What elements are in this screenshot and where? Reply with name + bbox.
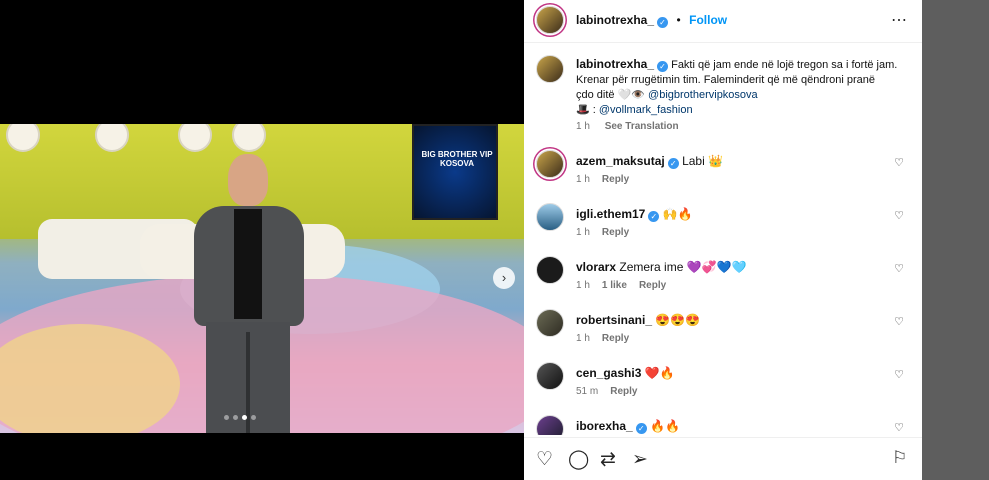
comment-like-heart-icon[interactable]: ♡ bbox=[894, 262, 904, 275]
comment-body: robertsinani_ 😍😍😍 bbox=[576, 313, 896, 327]
comment-likes[interactable]: 1 like bbox=[602, 280, 627, 291]
comment-username[interactable]: azem_maksutaj bbox=[576, 154, 665, 168]
comment-time: 51 m bbox=[576, 386, 599, 397]
author-username[interactable]: labinotrexha_ bbox=[576, 13, 654, 27]
comment-body: vlorarx Zemera ime 💜💞💙🩵 bbox=[576, 260, 896, 274]
post-action-bar: ♡ ◯ ⇄ ➢ ⚐ bbox=[524, 437, 922, 480]
verified-badge-icon: ✓ bbox=[667, 158, 679, 169]
comment-body: iborexha_ ✓ 🔥🔥 bbox=[576, 419, 896, 434]
mention-bigbrother[interactable]: @bigbrothervipkosova bbox=[648, 89, 758, 101]
comment-username[interactable]: cen_gashi3 bbox=[576, 366, 641, 380]
carousel-dot bbox=[251, 415, 256, 420]
separator-dot: • bbox=[676, 13, 681, 27]
post-photo[interactable]: BIG BROTHER VIP KOSOVA bbox=[0, 124, 524, 433]
author-avatar[interactable] bbox=[536, 6, 564, 34]
header-user: labinotrexha_ ✓ • Follow bbox=[576, 11, 727, 29]
comment-username[interactable]: robertsinani_ bbox=[576, 313, 652, 327]
reply-button[interactable]: Reply bbox=[602, 227, 629, 238]
comment-like-heart-icon[interactable]: ♡ bbox=[894, 315, 904, 328]
head bbox=[228, 154, 268, 206]
person-in-suit bbox=[184, 154, 314, 433]
send-icon[interactable]: ➢ bbox=[632, 448, 648, 471]
carousel-dots bbox=[224, 415, 256, 420]
heart-icon[interactable]: ♡ bbox=[536, 448, 553, 471]
black-shirt bbox=[234, 209, 262, 319]
comment-time: 1 h bbox=[576, 280, 590, 291]
comment-avatar[interactable] bbox=[536, 256, 564, 284]
comment-username[interactable]: iborexha_ bbox=[576, 419, 633, 433]
comment-meta: 1 h 1 like Reply bbox=[576, 280, 666, 291]
repost-icon[interactable]: ⇄ bbox=[600, 448, 616, 471]
tv-screen: BIG BROTHER VIP KOSOVA bbox=[412, 124, 498, 220]
reply-button[interactable]: Reply bbox=[610, 386, 637, 397]
caption-line-3: çdo ditë 🤍👁️ bbox=[576, 89, 645, 101]
post-header: labinotrexha_ ✓ • Follow ⋯ bbox=[524, 0, 922, 43]
comment-like-heart-icon[interactable]: ♡ bbox=[894, 368, 904, 381]
caption-line-1: Fakti që jam ende në lojë tregon sa i fo… bbox=[671, 59, 898, 71]
comment-body: azem_maksutaj ✓ Labi 👑 bbox=[576, 154, 896, 169]
mention-vollmark[interactable]: @vollmark_fashion bbox=[599, 104, 693, 116]
comment-avatar[interactable] bbox=[536, 309, 564, 337]
reply-button[interactable]: Reply bbox=[639, 280, 666, 291]
comment-username[interactable]: igli.ethem17 bbox=[576, 207, 645, 221]
comment-avatar[interactable] bbox=[536, 203, 564, 231]
instagram-post-modal: BIG BROTHER VIP KOSOVA › labinotrexha_ ✓ … bbox=[0, 0, 989, 480]
post-panel: labinotrexha_ ✓ • Follow ⋯ labinotrexha_ ✓… bbox=[524, 0, 922, 480]
comment-like-heart-icon[interactable]: ♡ bbox=[894, 421, 904, 434]
comment-avatar[interactable] bbox=[536, 150, 564, 178]
comment-avatar[interactable] bbox=[536, 362, 564, 390]
comment-item: iborexha_ ✓ 🔥🔥 ♡ bbox=[536, 415, 916, 435]
comment-meta: 51 m Reply bbox=[576, 386, 637, 397]
post-media: BIG BROTHER VIP KOSOVA › bbox=[0, 0, 524, 480]
bookmark-icon[interactable]: ⚐ bbox=[892, 448, 907, 468]
comment-body: igli.ethem17 ✓ 🙌🔥 bbox=[576, 207, 896, 222]
comment-text: Zemera ime 💜💞💙🩵 bbox=[619, 260, 747, 274]
reply-button[interactable]: Reply bbox=[602, 333, 629, 344]
comment-meta: 1 h Reply bbox=[576, 174, 629, 185]
caption-line-2: Krenar për rrugëtimin tim. Faleminderit … bbox=[576, 74, 875, 86]
comment-like-heart-icon[interactable]: ♡ bbox=[894, 156, 904, 169]
comment-avatar[interactable] bbox=[536, 415, 564, 435]
more-options-icon[interactable]: ⋯ bbox=[891, 10, 908, 30]
comment-meta: 1 h Reply bbox=[576, 227, 629, 238]
comment-body: cen_gashi3 ❤️🔥 bbox=[576, 366, 896, 380]
caption-time: 1 h bbox=[576, 121, 590, 132]
follow-button[interactable]: Follow bbox=[689, 13, 727, 27]
comment-text: 🙌🔥 bbox=[662, 207, 693, 221]
carousel-dot bbox=[224, 415, 229, 420]
caption-text: labinotrexha_ ✓ Fakti që jam ende në lojë… bbox=[576, 57, 911, 118]
caption-meta: 1 h See Translation bbox=[576, 121, 679, 132]
comment-time: 1 h bbox=[576, 174, 590, 185]
verified-badge-icon: ✓ bbox=[635, 423, 647, 434]
tv-screen-text: BIG BROTHER VIP KOSOVA bbox=[421, 150, 493, 168]
caption-username[interactable]: labinotrexha_ bbox=[576, 57, 654, 71]
comment-text: 😍😍😍 bbox=[655, 313, 701, 327]
comment-icon[interactable]: ◯ bbox=[568, 448, 589, 471]
comment-text: 🔥🔥 bbox=[650, 419, 680, 433]
carousel-next-button[interactable]: › bbox=[493, 267, 515, 289]
comment-meta: 1 h Reply bbox=[576, 333, 629, 344]
carousel-dot bbox=[233, 415, 238, 420]
verified-badge-icon: ✓ bbox=[657, 17, 669, 28]
comment-text: Labi 👑 bbox=[682, 154, 724, 168]
comment-time: 1 h bbox=[576, 333, 590, 344]
verified-badge-icon: ✓ bbox=[657, 61, 669, 72]
see-translation-link[interactable]: See Translation bbox=[605, 121, 679, 132]
verified-badge-icon: ✓ bbox=[648, 211, 660, 222]
comment-text: ❤️🔥 bbox=[644, 366, 675, 380]
carousel-dot bbox=[242, 415, 247, 420]
comment-time: 1 h bbox=[576, 227, 590, 238]
comment-username[interactable]: vlorarx bbox=[576, 260, 616, 274]
comment-like-heart-icon[interactable]: ♡ bbox=[894, 209, 904, 222]
backdrop-overlay[interactable] bbox=[922, 0, 989, 480]
caption-line-4: 🎩 : bbox=[576, 104, 596, 116]
reply-button[interactable]: Reply bbox=[602, 174, 629, 185]
caption-avatar[interactable] bbox=[536, 55, 564, 83]
